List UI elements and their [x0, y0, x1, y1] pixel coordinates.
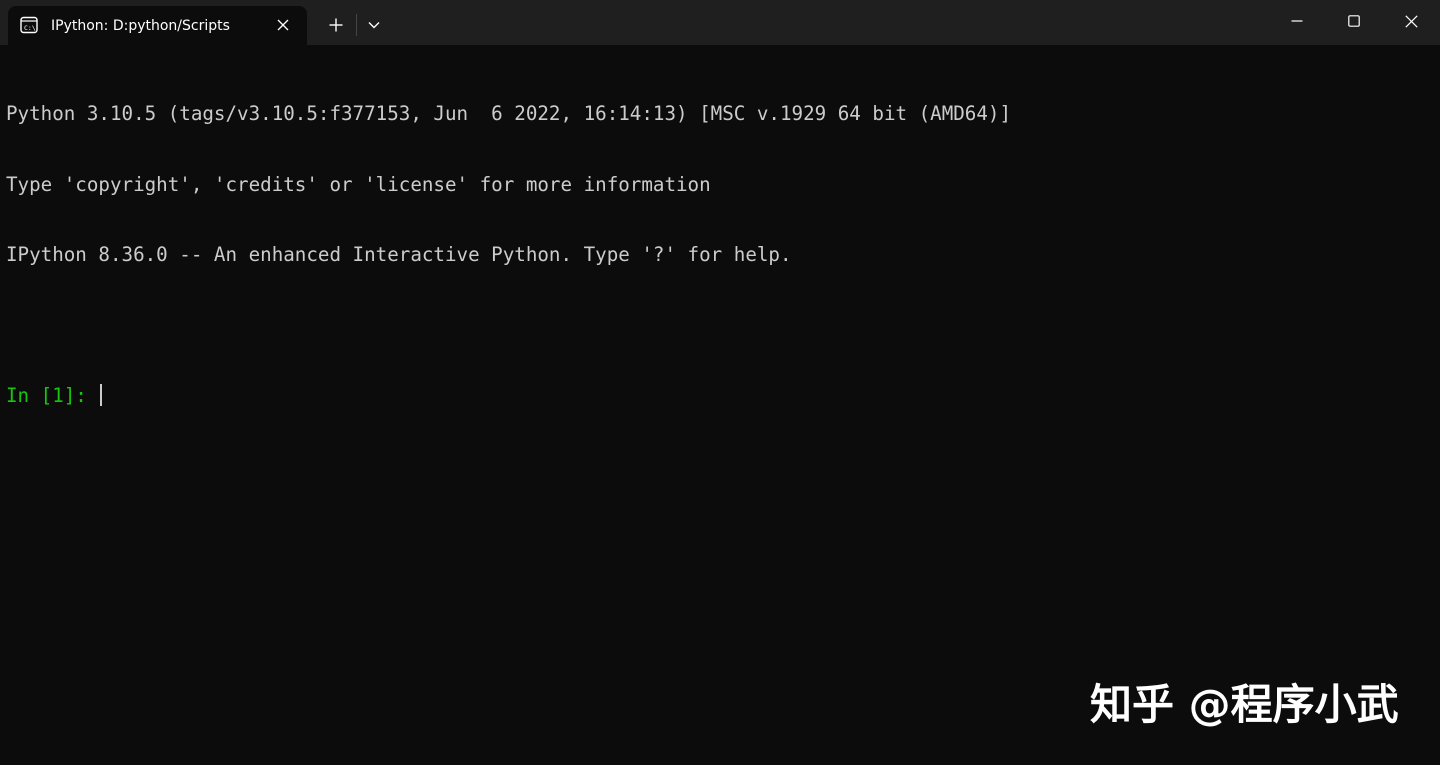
banner-python-version: Python 3.10.5 (tags/v3.10.5:f377153, Jun… — [6, 102, 1012, 125]
title-bar[interactable]: C:\ IPython: D:python/Scripts — [0, 0, 1440, 45]
svg-text:C:\: C:\ — [24, 24, 36, 32]
profile-dropdown-button[interactable] — [358, 9, 390, 41]
terminal-output[interactable]: Python 3.10.5 (tags/v3.10.5:f377153, Jun… — [6, 55, 1426, 455]
minimize-button[interactable] — [1268, 0, 1326, 42]
chevron-down-icon — [368, 22, 380, 29]
maximize-button[interactable] — [1325, 0, 1383, 42]
watermark: 知乎 @程序小武 — [1090, 680, 1399, 729]
input-prompt: In [1]: — [6, 384, 99, 407]
tab-ipython[interactable]: C:\ IPython: D:python/Scripts — [8, 6, 307, 45]
input-line[interactable]: In [1]: — [6, 384, 1426, 408]
plus-icon — [329, 18, 343, 32]
minimize-icon — [1291, 20, 1303, 22]
new-tab-button[interactable] — [318, 9, 354, 41]
tab-divider — [356, 14, 357, 36]
tab-close-icon[interactable] — [272, 14, 294, 36]
terminal-window: C:\ IPython: D:python/Scripts Python 3.1… — [0, 0, 1440, 765]
close-icon — [1404, 14, 1418, 28]
banner-info: Type 'copyright', 'credits' or 'license'… — [6, 172, 711, 196]
close-window-button[interactable] — [1382, 0, 1440, 42]
text-cursor — [100, 384, 103, 406]
banner-ipython-version: IPython 8.36.0 -- An enhanced Interactiv… — [6, 243, 792, 266]
maximize-icon — [1348, 15, 1360, 27]
tab-title: IPython: D:python/Scripts — [51, 18, 230, 34]
terminal-icon: C:\ — [20, 16, 38, 34]
